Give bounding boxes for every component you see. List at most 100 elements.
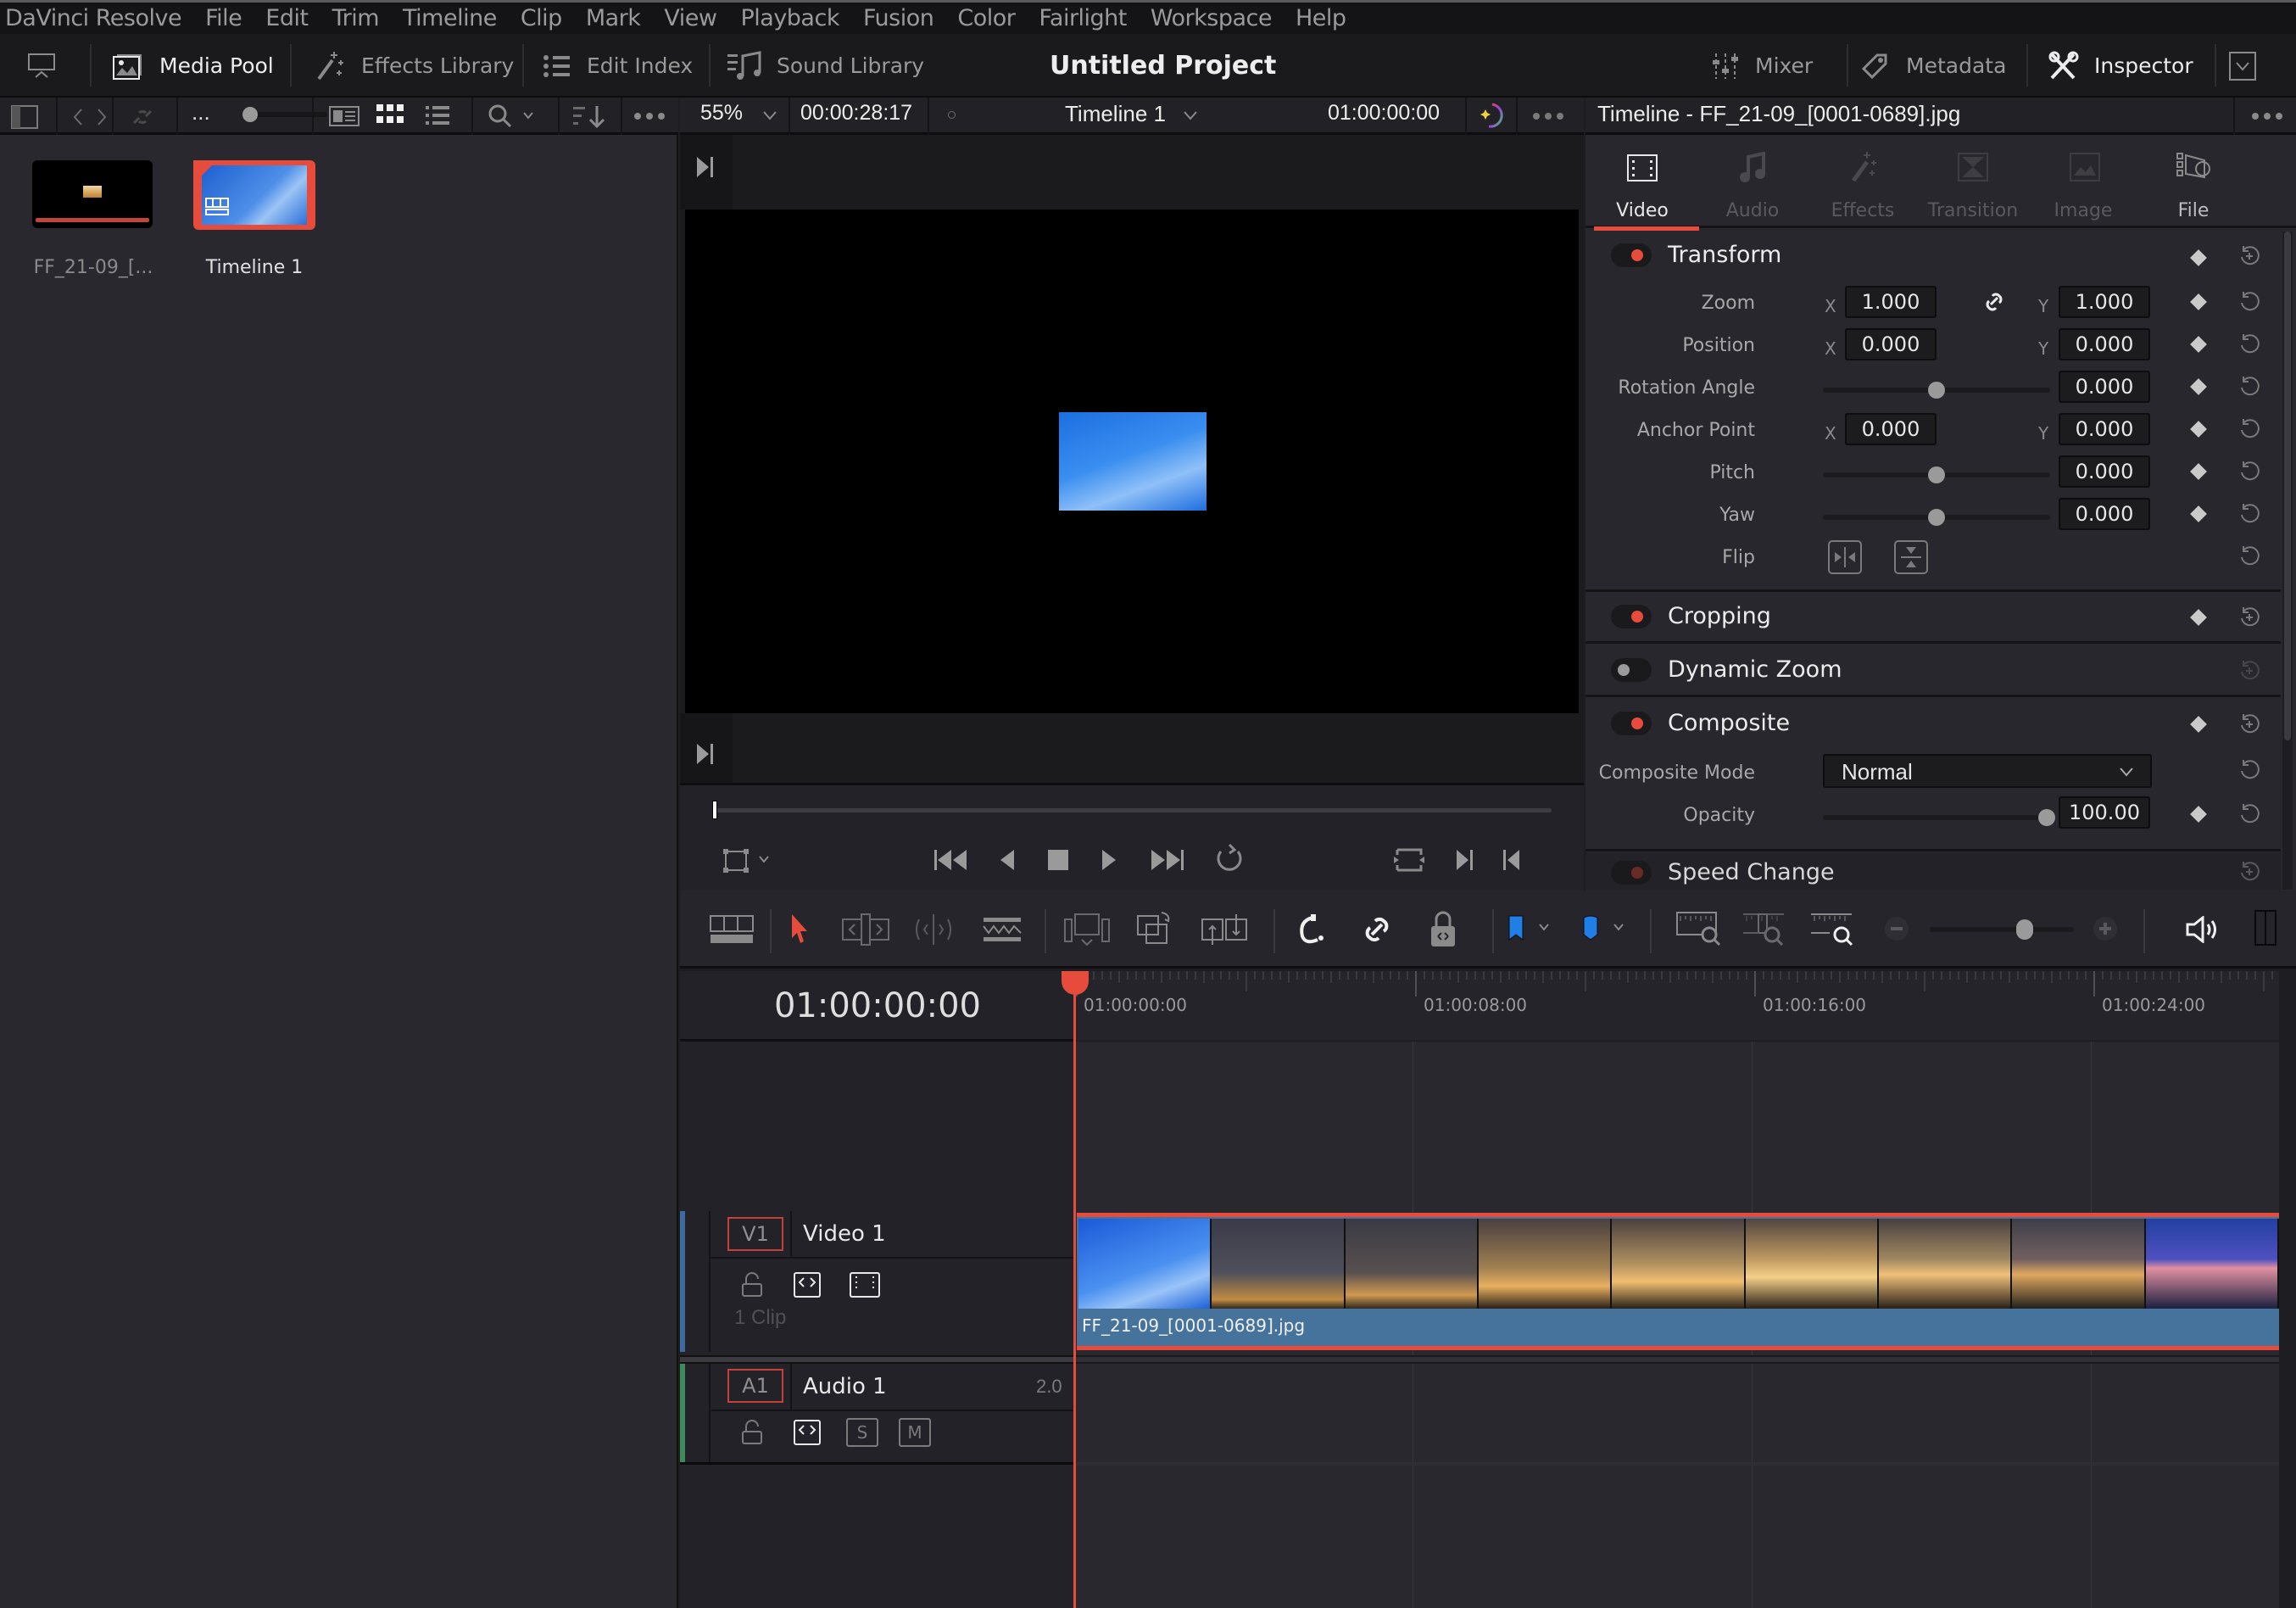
more-options-icon[interactable] (633, 111, 666, 121)
reset-icon[interactable] (2238, 545, 2260, 567)
slider-knob[interactable] (1928, 509, 1945, 526)
solo-button[interactable]: S (846, 1418, 878, 1447)
grid-view-icon[interactable] (376, 104, 404, 128)
insert-clip-icon[interactable] (1063, 913, 1111, 946)
media-pool-button[interactable]: Media Pool (110, 34, 274, 98)
jump-to-start-icon[interactable] (933, 846, 970, 874)
reset-icon[interactable] (2238, 461, 2260, 483)
track-header-video-1[interactable]: V1 Video 1 1 Clip (680, 1211, 1075, 1355)
reset-plus-icon[interactable] (2238, 245, 2260, 267)
effects-library-button[interactable]: Effects Library (314, 34, 514, 98)
opacity-field[interactable]: 100.00 (2059, 796, 2150, 829)
mixer-button[interactable]: Mixer (1711, 34, 1813, 98)
selection-tool-icon[interactable] (789, 913, 811, 946)
transform-toggle[interactable] (1611, 243, 1652, 267)
back-forward-icon[interactable] (71, 106, 109, 128)
metadata-view-icon[interactable] (329, 106, 359, 126)
transform-overlay-icon[interactable] (722, 848, 773, 874)
trim-edit-icon[interactable] (841, 913, 890, 946)
tab-audio[interactable]: Audio (1697, 135, 1808, 228)
menu-trim[interactable]: Trim (332, 5, 380, 31)
reset-icon[interactable] (2238, 503, 2260, 525)
speed-change-section-header[interactable]: Speed Change (1585, 852, 2281, 891)
menu-edit[interactable]: Edit (265, 5, 309, 31)
menu-clip[interactable]: Clip (521, 5, 563, 31)
tab-transition[interactable]: Transition (1918, 135, 2028, 228)
pitch-field[interactable]: 0.000 (2059, 455, 2150, 488)
keyframe-icon[interactable] (2190, 336, 2207, 353)
reset-icon[interactable] (2238, 803, 2260, 825)
cropping-toggle[interactable] (1611, 605, 1652, 628)
edit-index-button[interactable]: Edit Index (543, 34, 693, 98)
detail-zoom-icon[interactable] (1742, 911, 1789, 946)
unlink-icon[interactable] (127, 104, 158, 130)
position-x-field[interactable]: 0.000 (1845, 328, 1937, 360)
reset-icon[interactable] (2238, 759, 2260, 781)
snapping-icon[interactable] (1296, 913, 1326, 946)
menu-playback[interactable]: Playback (740, 5, 839, 31)
tab-image[interactable]: Image (2028, 135, 2138, 228)
go-to-next-icon[interactable] (695, 742, 716, 766)
sound-library-button[interactable]: Sound Library (727, 34, 924, 98)
keyframe-icon[interactable] (2190, 378, 2207, 395)
reset-icon[interactable] (2238, 291, 2260, 313)
marker-icon[interactable] (1582, 914, 1628, 943)
flip-horizontal-icon[interactable] (1828, 540, 1862, 574)
timeline-ruler[interactable]: 01:00:00:00 01:00:08:00 01:00:16:00 01:0… (1075, 971, 2279, 1041)
overwrite-clip-icon[interactable] (1134, 911, 1175, 946)
keyframe-icon[interactable] (2190, 505, 2207, 522)
keyframe-icon[interactable] (2190, 293, 2207, 310)
timeline-zoom-slider[interactable] (1930, 919, 2074, 940)
scrollbar-thumb[interactable] (2284, 232, 2291, 740)
opacity-slider[interactable] (1823, 809, 2055, 826)
mark-in-icon[interactable] (1455, 846, 1475, 874)
tab-file[interactable]: File (2138, 135, 2249, 228)
dynamic-zoom-toggle[interactable] (1611, 658, 1652, 682)
reset-plus-icon[interactable] (2238, 861, 2260, 883)
audio-meter-icon[interactable] (2254, 909, 2277, 946)
reset-icon[interactable] (2238, 376, 2260, 398)
search-icon[interactable] (487, 103, 538, 130)
match-frame-icon[interactable] (1392, 846, 1426, 874)
track-tag[interactable]: A1 (727, 1369, 783, 1403)
play-icon[interactable] (1099, 846, 1119, 874)
timeline-view-options-icon[interactable] (709, 914, 755, 945)
sort-icon[interactable] (573, 104, 607, 130)
slider-knob[interactable] (2016, 919, 2033, 940)
zoom-x-field[interactable]: 1.000 (1845, 286, 1937, 318)
track-name[interactable]: Audio 1 (803, 1374, 887, 1399)
yaw-field[interactable]: 0.000 (2059, 498, 2150, 530)
pitch-slider[interactable] (1823, 466, 2050, 483)
composite-mode-dropdown[interactable]: Normal (1823, 754, 2152, 788)
dynamic-zoom-section-header[interactable]: Dynamic Zoom (1585, 646, 2281, 697)
inspector-scrollbar[interactable] (2282, 232, 2293, 890)
composite-section-header[interactable]: Composite (1585, 700, 2281, 751)
full-extent-zoom-icon[interactable] (1675, 911, 1723, 946)
auto-select-button[interactable] (794, 1420, 821, 1445)
metadata-button[interactable]: Metadata (1860, 34, 2006, 98)
track-name[interactable]: Video 1 (803, 1221, 886, 1247)
timeline-clip[interactable]: FF_21-09_[0001-0689].jpg (1077, 1213, 2279, 1350)
rotation-field[interactable]: 0.000 (2059, 371, 2150, 403)
keyframe-icon[interactable] (2190, 249, 2207, 266)
link-icon[interactable] (1982, 289, 2006, 315)
keyframe-icon[interactable] (2190, 609, 2207, 626)
slider-knob[interactable] (1928, 382, 1945, 399)
chevron-down-icon[interactable] (1182, 109, 1199, 121)
inspector-button[interactable]: Inspector (2048, 34, 2193, 98)
anchor-x-field[interactable]: 0.000 (1845, 413, 1937, 445)
jump-to-end-icon[interactable] (1148, 846, 1185, 874)
menu-fusion[interactable]: Fusion (863, 5, 934, 31)
loop-icon[interactable] (1212, 843, 1246, 874)
track-enable-button[interactable] (850, 1272, 880, 1298)
speed-change-toggle[interactable] (1611, 861, 1652, 885)
cropping-section-header[interactable]: Cropping (1585, 593, 2281, 644)
scrubber-handle[interactable] (712, 801, 717, 819)
flag-icon[interactable] (1507, 914, 1553, 943)
track-tag[interactable]: V1 (727, 1217, 783, 1251)
menu-fairlight[interactable]: Fairlight (1039, 5, 1127, 31)
slider-knob[interactable] (2038, 809, 2055, 826)
dynamic-trim-icon[interactable] (911, 913, 956, 946)
mark-out-icon[interactable] (1501, 846, 1521, 874)
reset-icon[interactable] (2238, 418, 2260, 440)
